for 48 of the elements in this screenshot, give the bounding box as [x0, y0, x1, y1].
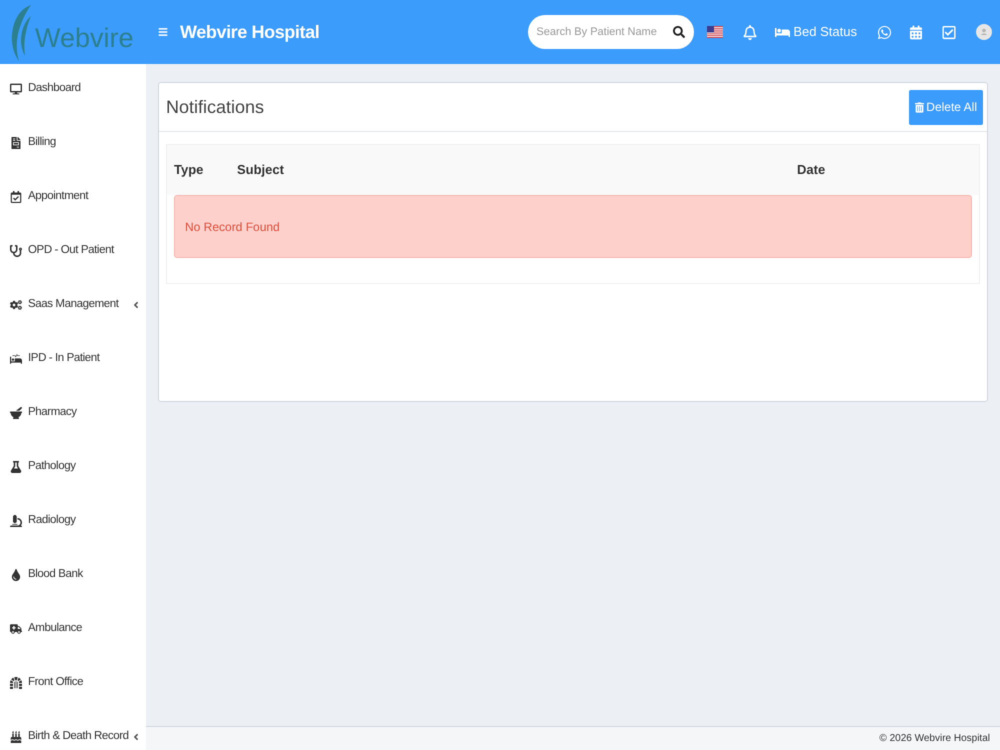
sidebar-item[interactable]: Dashboard [0, 79, 146, 99]
invoice-icon [10, 137, 22, 149]
logo-text: Webvire [35, 24, 134, 52]
microscope-icon [10, 515, 22, 527]
app-title: Webvire Hospital [180, 20, 320, 44]
column-header: Subject [237, 161, 285, 180]
sidebar-item[interactable]: Pharmacy [0, 403, 146, 423]
avatar-icon[interactable] [976, 24, 992, 40]
checkbox-icon[interactable] [942, 24, 956, 40]
sidebar-item[interactable]: Front Office [0, 673, 146, 693]
ambulance-icon [10, 623, 22, 635]
mortar-pestle-icon [10, 407, 22, 419]
archway-icon [10, 677, 22, 689]
column-header: Type [174, 161, 204, 180]
drop-icon [10, 569, 22, 581]
sidebar-item[interactable]: Birth & Death Record [0, 727, 146, 747]
flask-icon [10, 461, 22, 473]
column-header: Date [797, 161, 826, 180]
sidebar-item[interactable]: Appointment [0, 187, 146, 207]
calendar-check-icon [10, 191, 22, 203]
sidebar-item[interactable]: Radiology [0, 511, 146, 531]
cake-icon [10, 731, 22, 743]
sidebar-item[interactable]: Pathology [0, 457, 146, 477]
sidebar-item[interactable]: OPD - Out Patient [0, 241, 146, 261]
flag-icon[interactable] [707, 26, 724, 38]
stethoscope-icon [10, 245, 22, 257]
search-field[interactable]: Search By Patient Name [528, 15, 694, 49]
gears-icon [10, 299, 22, 311]
calendar-icon[interactable] [910, 24, 922, 40]
chevron-icon[interactable] [132, 300, 140, 310]
card-title: Notifications [166, 96, 264, 118]
menu-icon[interactable] [158, 27, 168, 37]
sidebar-item[interactable]: Billing [0, 133, 146, 153]
sidebar-item[interactable]: IPD - In Patient [0, 349, 146, 369]
logo-swoosh-icon [10, 4, 32, 62]
chevron-icon[interactable] [132, 732, 140, 742]
copyright-text: © 2026 Webvire Hospital [879, 732, 990, 746]
sidebar-item[interactable]: Ambulance [0, 619, 146, 639]
sidebar-item[interactable]: Blood Bank [0, 565, 146, 585]
monitor-icon [10, 83, 22, 95]
bed-icon [775, 26, 790, 38]
patient-bed-icon [10, 353, 22, 365]
search-icon[interactable] [673, 26, 686, 38]
empty-message: No Record Found [185, 218, 280, 236]
trash-icon [915, 102, 924, 112]
whatsapp-icon[interactable] [877, 24, 892, 40]
sidebar-item[interactable]: Saas Management [0, 295, 146, 315]
bell-icon[interactable] [743, 24, 758, 40]
